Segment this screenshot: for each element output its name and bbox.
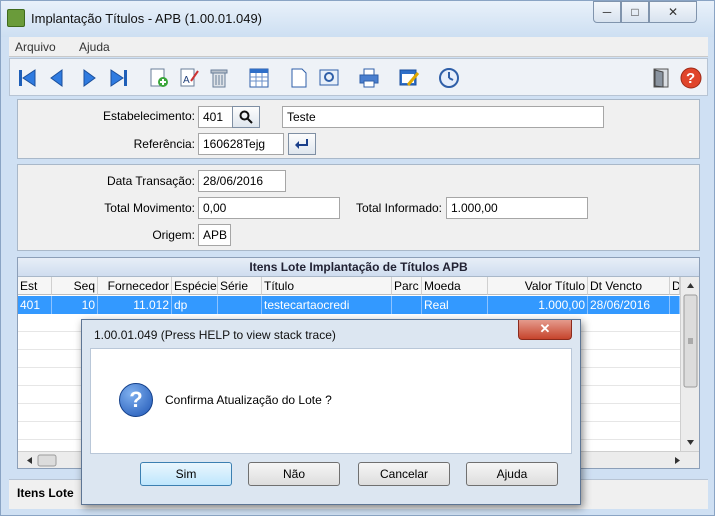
data-transacao-field[interactable]: 28/06/2016 (198, 170, 286, 192)
menu-ajuda[interactable]: Ajuda (79, 40, 110, 54)
cell-dt-vencto: 28/06/2016 (588, 296, 670, 314)
cell-especie: dp (172, 296, 218, 314)
confirm-dialog: 1.00.01.049 (Press HELP to view stack tr… (81, 319, 581, 505)
estabelecimento-label: Estabelecimento: (102, 109, 195, 123)
main-window: Implantação Títulos - APB (1.00.01.049) … (0, 0, 715, 516)
edit-icon[interactable]: A (176, 65, 202, 91)
cancelar-button[interactable]: Cancelar (358, 462, 450, 486)
cell-valor-titulo: 1.000,00 (488, 296, 588, 314)
help-icon[interactable]: ? (678, 65, 704, 91)
column-header-moeda[interactable]: Moeda (422, 277, 488, 295)
previous-record-icon[interactable] (44, 65, 70, 91)
nao-button[interactable]: Não (248, 462, 340, 486)
cell-parc (392, 296, 422, 314)
column-header-parc[interactable]: Parc (392, 277, 422, 295)
app-icon (7, 9, 25, 27)
clock-icon[interactable] (436, 65, 462, 91)
search-icon (239, 110, 253, 124)
dialog-title: 1.00.01.049 (Press HELP to view stack tr… (94, 328, 336, 342)
header-panel: Estabelecimento: 401 Teste Referência: 1… (17, 99, 700, 159)
first-record-icon[interactable] (14, 65, 40, 91)
total-informado-field[interactable]: 1.000,00 (446, 197, 588, 219)
referencia-label: Referência: (133, 137, 195, 151)
column-header-valor-titulo[interactable]: Valor Título (488, 277, 588, 295)
column-header-dt-vencto[interactable]: Dt Vencto (588, 277, 670, 295)
cell-fornecedor: 11.012 (98, 296, 172, 314)
total-movimento-field: 0,00 (198, 197, 340, 219)
sim-button[interactable]: Sim (140, 462, 232, 486)
cell-est: 401 (18, 296, 52, 314)
maximize-button[interactable]: □ (621, 1, 649, 23)
horizontal-scroll-thumb[interactable] (37, 454, 57, 467)
column-header-est[interactable]: Est (18, 277, 52, 295)
column-header-d[interactable]: D (670, 277, 680, 295)
menu-bar: Arquivo Ajuda (9, 37, 708, 57)
column-header-seq[interactable]: Seq (52, 277, 98, 295)
question-icon: ? (119, 383, 153, 417)
cell-moeda: Real (422, 296, 488, 314)
document-icon[interactable] (286, 65, 312, 91)
search-button[interactable] (232, 106, 260, 128)
scroll-up-icon[interactable] (687, 283, 694, 288)
origem-label: Origem: (152, 228, 195, 242)
window-title: Implantação Títulos - APB (1.00.01.049) (31, 11, 263, 26)
origem-field: APB (198, 224, 231, 246)
vertical-scrollbar[interactable] (680, 277, 699, 451)
column-header-titulo[interactable]: Título (262, 277, 392, 295)
toolbar: A ? (9, 58, 708, 96)
grid-title: Itens Lote Implantação de Títulos APB (18, 258, 699, 277)
grid-icon[interactable] (246, 65, 272, 91)
status-label: Itens Lote (17, 486, 74, 500)
cell-seq: 10 (52, 296, 98, 314)
column-header-especie[interactable]: Espécie (172, 277, 218, 295)
referencia-field[interactable]: 160628Tejg (198, 133, 284, 155)
data-transacao-label: Data Transação: (106, 174, 195, 188)
cell-titulo: testecartaocredi (262, 296, 392, 314)
enter-arrow-icon (295, 139, 308, 149)
last-record-icon[interactable] (106, 65, 132, 91)
preview-icon[interactable] (316, 65, 342, 91)
column-header-fornecedor[interactable]: Fornecedor (98, 277, 172, 295)
minimize-button[interactable]: ─ (593, 1, 621, 23)
menu-arquivo[interactable]: Arquivo (15, 40, 56, 54)
ajuda-button[interactable]: Ajuda (466, 462, 558, 486)
dialog-message: Confirma Atualização do Lote ? (165, 393, 332, 407)
svg-text:A: A (183, 75, 190, 86)
add-icon[interactable] (146, 65, 172, 91)
exit-door-icon[interactable] (648, 65, 674, 91)
scroll-down-icon[interactable] (687, 440, 694, 445)
total-informado-label: Total Informado: (355, 201, 442, 215)
details-panel: Data Transação: 28/06/2016 Total Movimen… (17, 164, 700, 251)
confirm-reference-button[interactable] (288, 133, 316, 155)
close-button[interactable]: ✕ (649, 1, 697, 23)
scroll-left-icon[interactable] (27, 457, 32, 464)
table-row[interactable]: 401 10 11.012 dp testecartaocredi Real 1… (18, 296, 680, 314)
column-header-serie[interactable]: Série (218, 277, 262, 295)
next-record-icon[interactable] (76, 65, 102, 91)
scroll-right-icon[interactable] (675, 457, 680, 464)
svg-text:?: ? (686, 70, 695, 87)
cell-d (670, 296, 680, 314)
dialog-body: ? Confirma Atualização do Lote ? (90, 348, 572, 454)
edit-form-icon[interactable] (396, 65, 422, 91)
dialog-close-button[interactable]: ✕ (518, 320, 572, 340)
delete-icon[interactable] (206, 65, 232, 91)
total-movimento-label: Total Movimento: (104, 201, 195, 215)
print-icon[interactable] (356, 65, 382, 91)
title-bar: Implantação Títulos - APB (1.00.01.049) … (1, 1, 714, 37)
estabelecimento-description: Teste (282, 106, 604, 128)
cell-serie (218, 296, 262, 314)
